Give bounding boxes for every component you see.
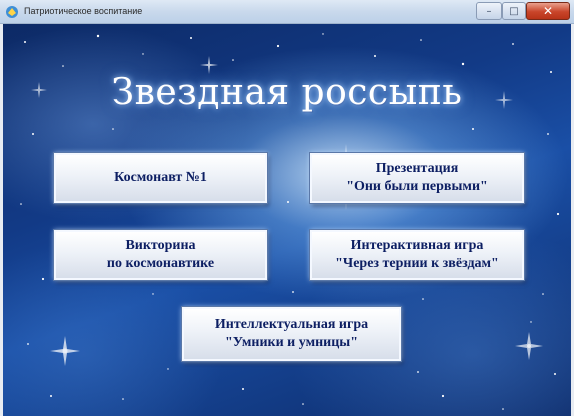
- button-label: Космонавт №1: [114, 170, 207, 185]
- close-button[interactable]: ✕: [526, 2, 570, 20]
- app-window: Патриотическое воспитание – □ ✕ Звездная…: [0, 0, 574, 416]
- button-label: Интеллектуальная игра: [214, 317, 369, 332]
- quiz-button[interactable]: Викторина по космонавтике: [53, 229, 268, 281]
- interactive-game-button[interactable]: Интерактивная игра "Через тернии к звёзд…: [309, 229, 525, 281]
- window-title: Патриотическое воспитание: [24, 6, 143, 16]
- maximize-button[interactable]: □: [502, 2, 526, 20]
- minimize-button[interactable]: –: [476, 2, 502, 20]
- button-label: Презентация: [375, 161, 459, 176]
- button-sublabel: "Через тернии к звёздам": [335, 256, 499, 271]
- page-title: Звездная россыпь: [111, 72, 463, 113]
- presentation-button[interactable]: Презентация "Они были первыми": [309, 152, 525, 204]
- cosmonaut-no1-button[interactable]: Космонавт №1: [53, 152, 268, 204]
- button-sublabel: "Они были первыми": [346, 179, 488, 194]
- button-label: Викторина: [125, 238, 196, 253]
- space-background: Звездная россыпь Космонавт №1 Презентаци…: [3, 24, 571, 416]
- button-sublabel: "Умники и умницы": [224, 335, 359, 350]
- app-icon: [6, 6, 18, 18]
- title-bar[interactable]: Патриотическое воспитание – □ ✕: [0, 0, 574, 24]
- button-sublabel: по космонавтике: [106, 256, 215, 271]
- button-label: Интерактивная игра: [350, 238, 484, 253]
- intellectual-game-button[interactable]: Интеллектуальная игра "Умники и умницы": [181, 306, 402, 362]
